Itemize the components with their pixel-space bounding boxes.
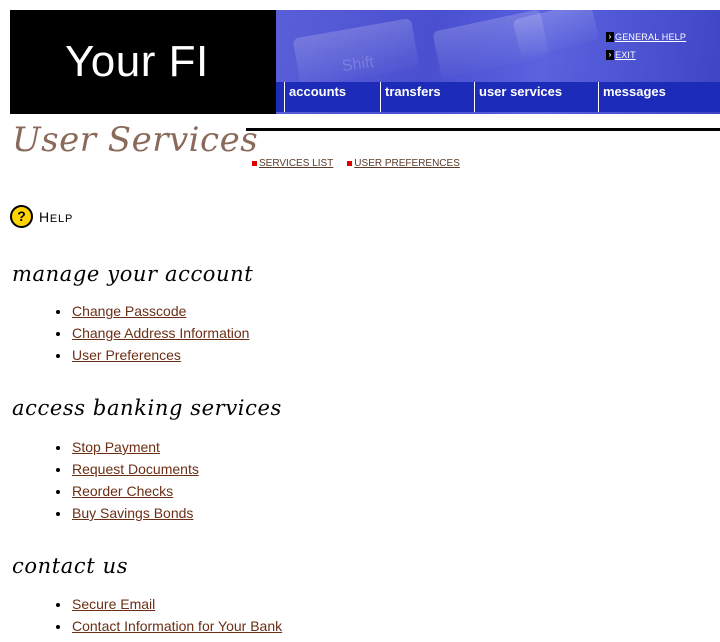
section-heading-banking-services: access banking services: [12, 396, 282, 420]
services-list-link[interactable]: Services List: [259, 158, 333, 169]
red-square-icon: [252, 161, 257, 166]
contact-information-link[interactable]: Contact Information for Your Bank: [72, 618, 282, 634]
question-mark-icon[interactable]: ?: [10, 205, 33, 228]
list-item: Stop Payment: [56, 436, 199, 458]
red-square-icon: [347, 161, 353, 166]
list-item: Buy Savings Bonds: [56, 502, 199, 524]
main-nav: accounts transfers user services message…: [276, 82, 720, 112]
banner-keyboard-graphic: [512, 10, 600, 60]
list-item: Secure Email: [56, 593, 282, 615]
request-documents-link[interactable]: Request Documents: [72, 461, 199, 477]
list-item: Contact Information for Your Bank: [56, 615, 282, 637]
change-passcode-link[interactable]: Change Passcode: [72, 303, 186, 319]
exit-link[interactable]: Exit: [615, 50, 636, 60]
reorder-checks-link[interactable]: Reorder Checks: [72, 483, 173, 499]
user-preferences-subnav-link[interactable]: User Preferences: [354, 158, 460, 169]
subnav-item-services-list: Services List: [252, 158, 333, 169]
list-item: Reorder Checks: [56, 480, 199, 502]
title-divider: [246, 128, 720, 131]
brand-logo: Your FI: [10, 10, 276, 114]
nav-transfers[interactable]: transfers: [380, 82, 472, 112]
arrow-right-icon: ›: [606, 50, 614, 60]
banner-keyboard-graphic: [292, 17, 420, 89]
banking-services-links: Stop Payment Request Documents Reorder C…: [56, 436, 199, 524]
stop-payment-link[interactable]: Stop Payment: [72, 439, 160, 455]
user-preferences-link[interactable]: User Preferences: [72, 347, 181, 363]
manage-account-links: Change Passcode Change Address Informati…: [56, 300, 249, 366]
list-item: Change Passcode: [56, 300, 249, 322]
list-item: User Preferences: [56, 344, 249, 366]
exit-link-row: › Exit: [606, 42, 686, 60]
help-label[interactable]: Help: [39, 209, 73, 225]
section-heading-contact-us: contact us: [12, 554, 129, 578]
help-link-row[interactable]: ? Help: [10, 205, 73, 228]
sub-navigation: Services List User Preferences: [252, 158, 460, 169]
contact-us-links: Secure Email Contact Information for You…: [56, 593, 282, 637]
nav-accounts[interactable]: accounts: [284, 82, 378, 112]
nav-user-services[interactable]: user services: [474, 82, 596, 112]
list-item: Request Documents: [56, 458, 199, 480]
header-banner: Shift › General Help › Exit accounts tra…: [276, 10, 720, 114]
list-item: Change Address Information: [56, 322, 249, 344]
page-title: User Services: [12, 120, 259, 160]
buy-savings-bonds-link[interactable]: Buy Savings Bonds: [72, 505, 193, 521]
change-address-link[interactable]: Change Address Information: [72, 325, 249, 341]
secure-email-link[interactable]: Secure Email: [72, 596, 155, 612]
nav-messages[interactable]: messages: [598, 82, 720, 112]
general-help-link-row: › General Help: [606, 24, 686, 42]
general-help-link[interactable]: General Help: [615, 32, 686, 42]
utility-links: › General Help › Exit: [606, 24, 686, 60]
arrow-right-icon: ›: [606, 32, 614, 42]
subnav-item-user-preferences: User Preferences: [347, 158, 460, 169]
section-heading-manage-account: manage your account: [12, 262, 254, 286]
